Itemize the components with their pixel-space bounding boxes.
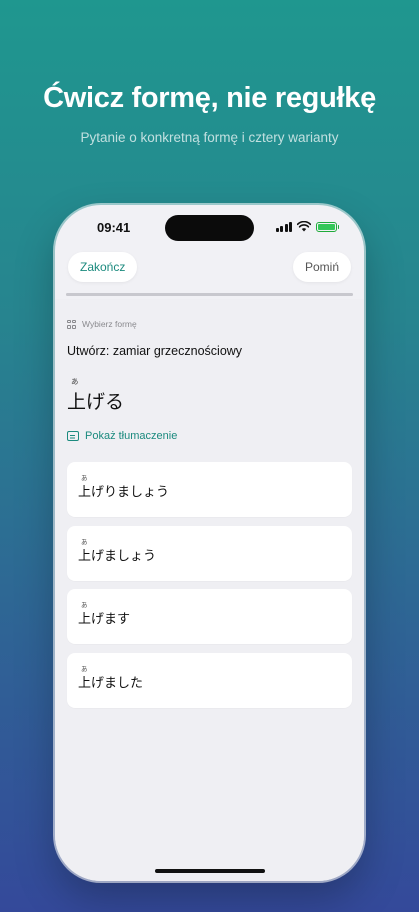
option-furigana: あ (81, 538, 88, 546)
target-word: あ 上げる (67, 376, 124, 414)
home-indicator[interactable] (155, 869, 265, 873)
option-text: 上げましょう (78, 548, 157, 564)
option-furigana: あ (81, 602, 88, 609)
option-text: 上げました (78, 675, 144, 691)
show-translation-button[interactable]: Pokaż tłumaczenie (67, 430, 177, 442)
status-bar: 09:41 (55, 205, 364, 249)
wifi-icon (297, 221, 311, 232)
target-word-text: 上げる (67, 391, 125, 413)
answer-option[interactable]: あ 上げりましょう (67, 462, 352, 517)
dynamic-island (165, 215, 254, 241)
section-label: Wybierz formę (67, 319, 137, 329)
target-word-furigana: あ (71, 377, 79, 386)
progress-bar (66, 293, 353, 296)
status-icons (275, 221, 339, 232)
option-furigana: あ (81, 665, 88, 673)
progress-fill (66, 293, 353, 296)
question-area: Wybierz formę Utwórz: zamiar grzeczności… (55, 299, 364, 881)
status-time: 09:41 (97, 220, 131, 235)
grid-icon (67, 319, 76, 329)
skip-button[interactable]: Pomiń (292, 252, 351, 282)
answer-option[interactable]: あ 上げます (67, 589, 352, 644)
option-furigana: あ (81, 475, 88, 482)
show-translation-label: Pokaż tłumaczenie (85, 430, 178, 442)
signal-icon (275, 221, 292, 232)
marketing-headline: Ćwicz formę, nie regułkę (43, 82, 376, 114)
phone-frame: 09:41 Zakończ Pomiń Wybierz formę Utwórz… (55, 205, 364, 881)
option-text: 上げます (78, 612, 131, 627)
speech-bubble-icon (67, 431, 79, 441)
end-button[interactable]: Zakończ (68, 252, 138, 282)
answer-option[interactable]: あ 上げましょう (67, 525, 352, 581)
battery-icon (316, 221, 339, 232)
answer-options: あ 上げりましょう あ 上げましょう あ 上げます あ 上げました (67, 462, 352, 716)
option-text: 上げりましょう (78, 485, 170, 500)
answer-option[interactable]: あ 上げました (67, 652, 352, 708)
section-label-text: Wybierz formę (82, 319, 137, 329)
marketing-subline: Pytanie o konkretną formę i cztery waria… (80, 130, 339, 145)
question-prompt: Utwórz: zamiar grzecznościowy (67, 344, 243, 358)
